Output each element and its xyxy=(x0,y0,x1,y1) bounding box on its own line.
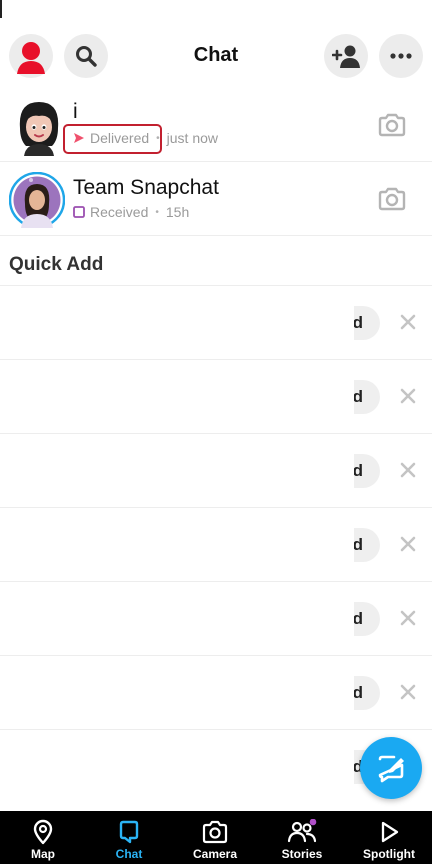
sent-arrow-icon xyxy=(74,133,84,143)
nav-chat[interactable]: Chat xyxy=(86,811,172,864)
close-icon[interactable] xyxy=(398,608,418,628)
status-text: Delivered xyxy=(90,130,150,146)
nav-label: Spotlight xyxy=(363,847,415,861)
add-button-label: d xyxy=(352,313,363,332)
loading-placeholder xyxy=(0,508,354,582)
quick-add-row: d xyxy=(0,507,432,582)
chat-row[interactable]: Team Snapchat Received • 15h xyxy=(0,162,432,236)
nav-stories[interactable]: Stories xyxy=(259,811,345,864)
header: Chat xyxy=(0,0,432,96)
chat-name: i xyxy=(73,100,78,123)
new-chat-icon xyxy=(378,755,404,783)
status-text: Received xyxy=(90,204,149,220)
quick-add-row: d xyxy=(0,581,432,656)
quick-add-title: Quick Add xyxy=(9,254,104,275)
add-button-label: d xyxy=(352,461,363,480)
quick-add-row: d xyxy=(0,285,432,360)
camera-icon xyxy=(202,820,228,844)
nav-spotlight[interactable]: Spotlight xyxy=(346,811,432,864)
status-time: 15h xyxy=(165,204,190,220)
close-icon[interactable] xyxy=(398,534,418,554)
friends-icon xyxy=(287,819,317,843)
loading-placeholder xyxy=(0,582,354,656)
nav-label: Stories xyxy=(281,847,323,861)
add-button-label: d xyxy=(352,535,363,554)
bitmoji-avatar xyxy=(19,102,59,156)
nav-map[interactable]: Map xyxy=(0,811,86,864)
camera-reply-icon[interactable] xyxy=(377,112,407,138)
loading-placeholder xyxy=(0,656,354,730)
nav-label: Chat xyxy=(115,847,143,861)
received-square-icon xyxy=(73,206,85,218)
add-button-label: d xyxy=(352,609,363,628)
close-icon[interactable] xyxy=(398,386,418,406)
chat-status: Received • 15h xyxy=(73,204,189,220)
loading-placeholder xyxy=(0,730,354,812)
close-icon[interactable] xyxy=(398,460,418,480)
loading-placeholder xyxy=(0,434,354,508)
new-chat-button[interactable] xyxy=(360,737,422,799)
play-icon xyxy=(381,821,399,843)
add-friend-button[interactable] xyxy=(324,34,368,78)
nav-camera[interactable]: Camera xyxy=(172,811,258,864)
separator-dot: • xyxy=(155,206,159,218)
nav-label: Map xyxy=(31,847,55,861)
close-icon[interactable] xyxy=(398,312,418,332)
more-dots-icon xyxy=(390,53,412,59)
status-time: just now xyxy=(166,130,219,146)
chat-bubble-icon xyxy=(119,820,139,844)
chat-status: Delivered • just now xyxy=(73,130,218,146)
nav-label: Camera xyxy=(192,847,238,861)
add-button-label: d xyxy=(352,387,363,406)
team-snapchat-avatar xyxy=(9,172,65,228)
chat-row[interactable]: i Delivered • just now xyxy=(0,96,432,162)
bottom-nav: Map Chat Camera Stories Spotlight xyxy=(0,811,432,864)
quick-add-row: d xyxy=(0,359,432,434)
status-divider xyxy=(0,0,2,18)
more-button[interactable] xyxy=(379,34,423,78)
camera-reply-icon[interactable] xyxy=(377,186,407,212)
quick-add-row: d xyxy=(0,433,432,508)
quick-add-row: d xyxy=(0,655,432,730)
add-button-label: d xyxy=(352,683,363,702)
loading-placeholder xyxy=(0,286,354,360)
chat-name: Team Snapchat xyxy=(73,176,219,199)
loading-placeholder xyxy=(0,360,354,434)
add-friend-icon xyxy=(332,45,360,68)
map-pin-icon xyxy=(33,819,53,845)
close-icon[interactable] xyxy=(398,682,418,702)
separator-dot: • xyxy=(156,132,160,144)
